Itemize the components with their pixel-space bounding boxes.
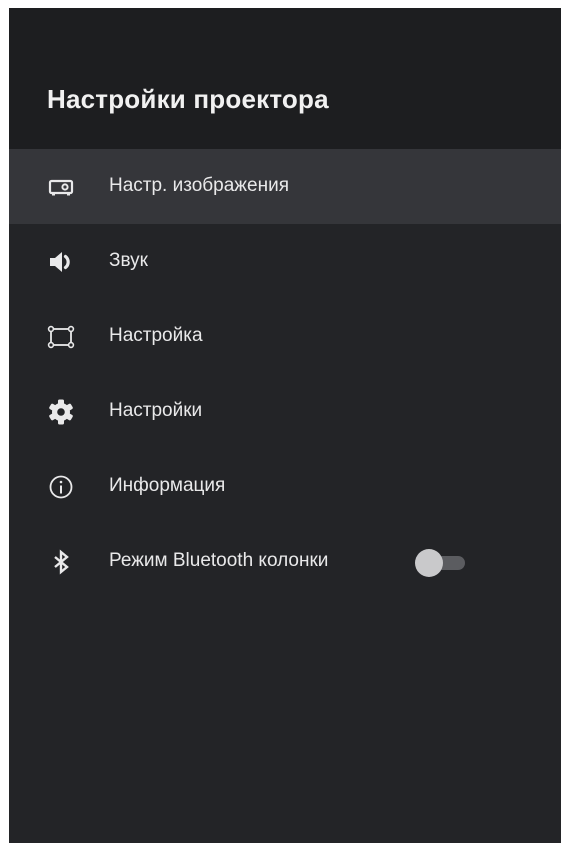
bluetooth-speaker-toggle[interactable] [415, 547, 467, 577]
speaker-icon [47, 248, 75, 276]
info-icon [47, 473, 75, 501]
menu-item-label: Настройка [109, 325, 203, 346]
keystone-frame-icon [47, 323, 75, 351]
bluetooth-icon [47, 548, 75, 576]
menu-item-label: Режим Bluetooth колонки [109, 550, 329, 571]
toggle-knob [415, 549, 443, 577]
header: Настройки проектора [9, 8, 561, 149]
menu-item-bluetooth-speaker-mode[interactable]: Режим Bluetooth колонки [9, 524, 561, 599]
settings-screen: Настройки проектора Настр. изображения З… [9, 8, 561, 843]
menu-item-picture-settings[interactable]: Настр. изображения [9, 149, 561, 224]
gear-icon [47, 398, 75, 426]
menu-item-sound[interactable]: Звук [9, 224, 561, 299]
settings-menu: Настр. изображения Звук Настройка Настро… [9, 149, 561, 599]
page-title: Настройки проектора [47, 84, 329, 114]
menu-item-info[interactable]: Информация [9, 449, 561, 524]
menu-item-label: Настройки [109, 400, 203, 421]
menu-item-label: Информация [109, 475, 226, 496]
menu-item-label: Звук [109, 250, 148, 271]
menu-item-label: Настр. изображения [109, 175, 289, 196]
projector-icon [47, 173, 75, 201]
menu-item-settings[interactable]: Настройки [9, 374, 561, 449]
menu-item-setup[interactable]: Настройка [9, 299, 561, 374]
